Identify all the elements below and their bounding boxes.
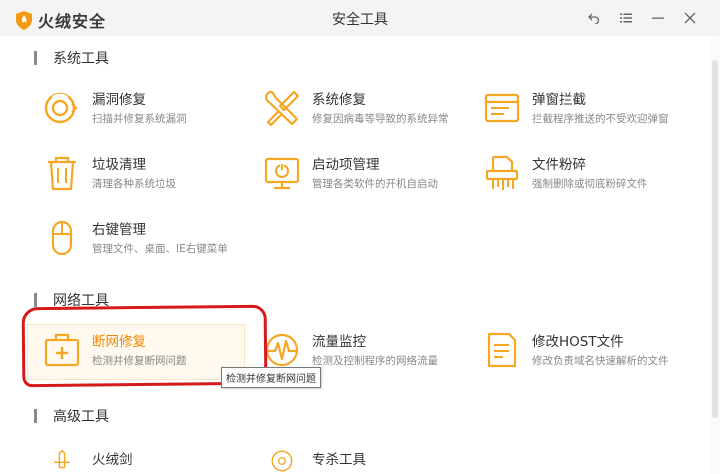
scrollbar-thumb[interactable]: [712, 60, 718, 418]
back-icon: [588, 13, 600, 24]
sword-icon: [54, 449, 70, 469]
tool-host-file-edit[interactable]: 修改HOST文件 修改负责域名快速解析的文件: [482, 330, 700, 382]
tool-name: 修改HOST文件: [532, 334, 624, 350]
tool-vulnerability-repair[interactable]: 漏洞修复 扫描并修复系统漏洞: [42, 88, 260, 140]
minimize-button[interactable]: [642, 8, 674, 28]
tool-popup-block[interactable]: 弹窗拦截 拦截程序推送的不受欢迎弹窗: [482, 88, 700, 140]
section-marker: [34, 293, 37, 307]
tool-context-menu[interactable]: 右键管理 管理文件、桌面、IE右键菜单: [42, 218, 260, 270]
close-button[interactable]: [674, 8, 706, 28]
tool-name: 启动项管理: [312, 157, 380, 173]
tool-system-repair[interactable]: 系统修复 修复因病毒等导致的系统异常: [262, 88, 480, 140]
tool-name: 专杀工具: [312, 452, 366, 468]
document-edit-icon: [487, 332, 517, 368]
tool-description: 修改负责域名快速解析的文件: [532, 355, 669, 367]
section-marker: [34, 409, 37, 423]
tool-description: 扫描并修复系统漏洞: [92, 113, 187, 125]
tool-description: 强制删除或彻底粉碎文件: [532, 178, 648, 190]
section-system-tools: 系统工具: [34, 48, 109, 68]
trash-icon: [48, 156, 76, 191]
title-bar: 火绒安全 安全工具: [0, 0, 720, 36]
tool-name: 漏洞修复: [92, 92, 146, 108]
special-kill-icon: [271, 450, 293, 472]
tool-name: 系统修复: [312, 92, 366, 108]
tool-description: 修复因病毒等导致的系统异常: [312, 113, 449, 125]
back-button[interactable]: [578, 8, 610, 28]
tool-description: 检测及控制程序的网络流量: [312, 355, 438, 367]
tool-name: 流量监控: [312, 334, 366, 350]
tool-description: 拦截程序推送的不受欢迎弹窗: [532, 113, 669, 125]
popup-window-icon: [484, 93, 520, 123]
tool-junk-clean[interactable]: 垃圾清理 清理各种系统垃圾: [42, 153, 260, 205]
tool-description: 管理各类软件的开机自启动: [312, 178, 438, 190]
vulnerability-repair-icon: [44, 92, 78, 124]
minimize-icon: [652, 17, 664, 19]
wrench-screwdriver-icon: [265, 90, 300, 127]
section-marker: [34, 51, 37, 65]
tool-name: 火绒剑: [92, 452, 133, 468]
tool-huorong-sword[interactable]: 火绒剑: [42, 448, 260, 474]
traffic-pulse-icon: [265, 333, 299, 367]
mouse-icon: [51, 220, 73, 256]
tool-description: 清理各种系统垃圾: [92, 178, 176, 190]
tool-name: 文件粉碎: [532, 157, 586, 173]
tool-description: 管理文件、桌面、IE右键菜单: [92, 243, 228, 255]
window-controls: [578, 8, 706, 28]
section-title: 高级工具: [53, 409, 109, 425]
close-icon: [684, 12, 696, 24]
menu-button[interactable]: [610, 8, 642, 28]
tool-file-shred[interactable]: 文件粉碎 强制删除或彻底粉碎文件: [482, 153, 700, 205]
tooltip: 检测并修复断网问题: [221, 367, 321, 388]
section-title: 系统工具: [53, 51, 109, 67]
section-advanced-tools: 高级工具: [34, 406, 109, 426]
menu-icon: [620, 13, 632, 23]
monitor-power-icon: [264, 157, 300, 190]
tool-name: 右键管理: [92, 222, 146, 238]
tool-startup-manager[interactable]: 启动项管理 管理各类软件的开机自启动: [262, 153, 480, 205]
tool-special-kill[interactable]: 专杀工具: [262, 448, 480, 474]
shredder-icon: [485, 155, 519, 190]
tool-name: 垃圾清理: [92, 157, 146, 173]
tool-name: 弹窗拦截: [532, 92, 586, 108]
